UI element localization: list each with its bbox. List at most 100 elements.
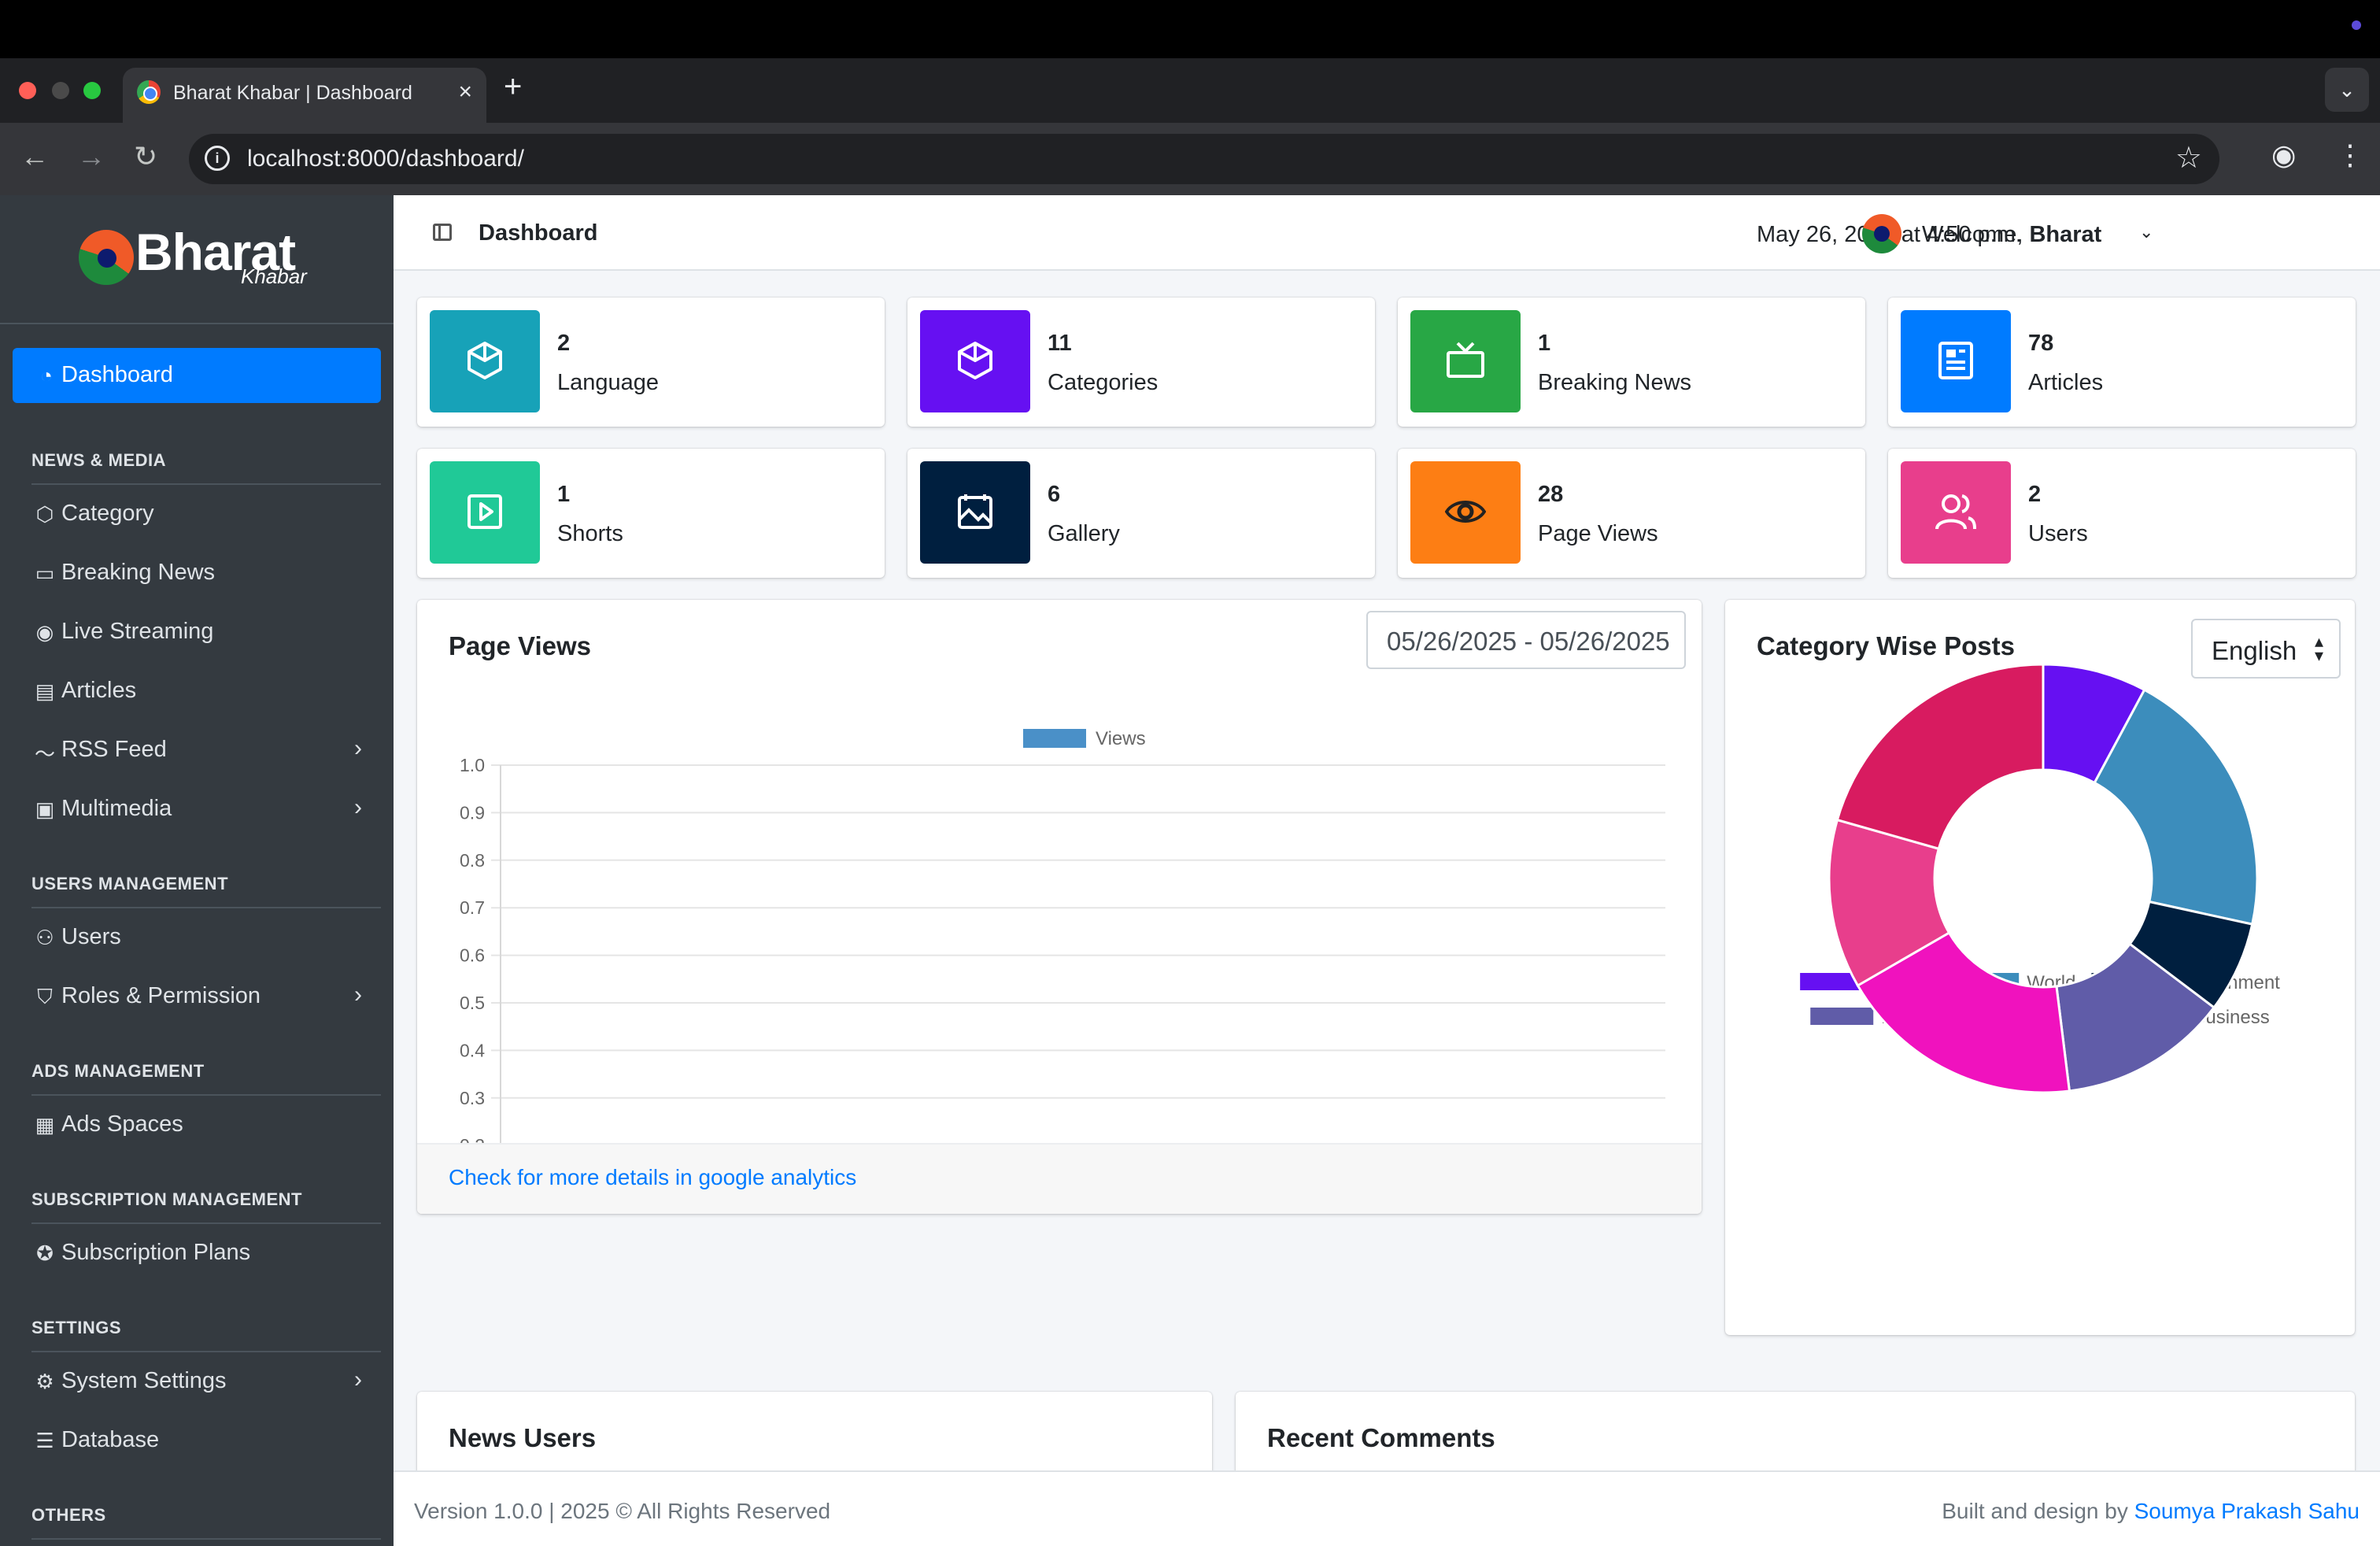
minimize-window-button[interactable] [52,82,69,99]
brand-logo-icon [79,230,134,285]
brand-sub: Khabar [241,264,307,288]
chevron-right-icon: › [354,982,362,1008]
main-content: Dashboard May 26, 2025 at 4:50 p.m. Welc… [394,195,2380,1546]
stat-card-breaking-news[interactable]: 1 Breaking News [1398,298,1865,427]
news-users-title: News Users [449,1423,597,1452]
stat-icon-box [920,310,1030,412]
y-tick-label: 0.7 [460,897,485,918]
y-tick-label: 0.4 [460,1040,485,1060]
sidebar-toggle-icon[interactable] [433,224,452,241]
google-analytics-link[interactable]: Check for more details in google analyti… [449,1165,856,1190]
close-window-button[interactable] [19,82,36,99]
brand-logo[interactable]: Bharat Khabar [0,195,394,324]
url-text[interactable]: localhost:8000/dashboard/ [247,146,524,172]
sidebar-section-divider [31,1538,381,1540]
author-link[interactable]: Soumya Prakash Sahu [2134,1499,2360,1523]
donut-slice-health[interactable] [1835,663,2045,851]
stat-card-shorts[interactable]: 1 Shorts [417,449,885,578]
stat-label: Articles [2028,370,2104,395]
users-icon [1935,494,1976,530]
y-tick-label: 0.2 [460,1135,485,1143]
stat-card-articles[interactable]: 78 Articles [1888,298,2356,427]
stat-card-page-views[interactable]: 28 Page Views [1398,449,1865,578]
footer-credit: Built and design by Soumya Prakash Sahu [1942,1499,2360,1524]
newspaper-icon [1938,342,1973,379]
y-tick-label: 0.6 [460,945,485,966]
sidebar-item-live-streaming[interactable]: ◉ Live Streaming [0,605,394,660]
close-tab-icon[interactable]: × [458,79,472,105]
top-header: Dashboard May 26, 2025 at 4:50 p.m. Welc… [394,195,2380,271]
stat-label: Shorts [557,521,623,546]
sidebar-section-subscription-management: SUBSCRIPTION MANAGEMENT [31,1189,302,1209]
database-icon: ☰ [35,1429,54,1452]
sidebar-item-rss-feed[interactable]: 〜 RSS Feed › [0,723,394,778]
sidebar-item-label: Database [61,1427,160,1452]
stat-card-language[interactable]: 2 Language [417,298,885,427]
recent-comments-title: Recent Comments [1267,1423,1495,1452]
welcome-user-name: Bharat [2029,222,2102,247]
profile-icon[interactable]: ◉ [2271,139,2296,172]
cube-icon [958,342,992,379]
sidebar-item-roles-and-permission[interactable]: ⛉ Roles & Permission › [0,969,394,1024]
stat-icon-box [1901,310,2011,412]
tab-search-button[interactable]: ⌄ [2325,68,2369,112]
eye-icon [1445,501,1486,523]
page-views-card-footer: Check for more details in google analyti… [417,1143,1702,1214]
stat-card-categories[interactable]: 11 Categories [907,298,1375,427]
sidebar-item-subscription-plans[interactable]: ✪ Subscription Plans [0,1226,394,1281]
sidebar-item-system-settings[interactable]: ⚙ System Settings › [0,1354,394,1409]
sidebar-item-label: Subscription Plans [61,1240,251,1265]
stat-value: 78 [2028,331,2054,356]
sidebar-item-users[interactable]: ⚇ Users [0,910,394,965]
sidebar-item-multimedia[interactable]: ▣ Multimedia › [0,782,394,837]
stat-value: 2 [557,331,571,356]
tv-icon [1447,342,1484,378]
sidebar-item-database[interactable]: ☰ Database [0,1413,394,1468]
date-range-picker[interactable]: 05/26/2025 - 05/26/2025 [1366,611,1686,669]
sidebar-item-label: System Settings [61,1368,227,1393]
stat-value: 1 [557,482,571,507]
play-icon [468,494,502,529]
sidebar-section-others: OTHERS [31,1505,106,1525]
footer-credit-prefix: Built and design by [1942,1499,2128,1523]
stat-value: 6 [1048,482,1061,507]
sidebar-item-articles[interactable]: ▤ Articles [0,664,394,719]
address-bar[interactable]: i localhost:8000/dashboard/ ☆ [189,134,2219,184]
welcome-user-menu[interactable]: Welcome, Bharat [1922,222,2101,248]
stat-label: Users [2028,521,2088,546]
stat-value: 1 [1538,331,1551,356]
forward-arrow-icon[interactable]: → [77,140,105,173]
browser-menu-icon[interactable]: ⋮ [2336,139,2364,172]
stat-card-gallery[interactable]: 6 Gallery [907,449,1375,578]
user-icon: ⚇ [35,926,54,949]
sidebar-item-label: RSS Feed [61,737,167,762]
sidebar-item-category[interactable]: ⬡ Category [0,486,394,542]
page-title: Dashboard [479,220,598,246]
site-info-icon[interactable]: i [205,146,230,171]
chevron-down-icon[interactable]: ⌄ [2139,222,2153,242]
legend-swatch [1810,1008,1874,1025]
page-footer: Version 1.0.0 | 2025 © All Rights Reserv… [394,1470,2380,1546]
stat-label: Categories [1048,370,1159,395]
stat-card-users[interactable]: 2 Users [1888,449,2356,578]
sidebar-item-label: Live Streaming [61,619,214,644]
avatar[interactable] [1862,214,1901,253]
sidebar-item-dashboard[interactable]: ◔ Dashboard [0,348,394,403]
sidebar-item-static-pages[interactable]: ▤Static Pages [0,1541,394,1546]
language-select-value: English [2212,636,2297,665]
reload-icon[interactable]: ↻ [134,140,157,173]
browser-tab[interactable]: Bharat Khabar | Dashboard × [123,68,486,123]
back-arrow-icon[interactable]: ← [20,140,49,173]
language-select[interactable]: English ▴ ▾ [2191,619,2341,679]
bookmark-star-icon[interactable]: ☆ [2175,140,2202,176]
dashboard-icon: ◔ [40,364,53,387]
sidebar-item-breaking-news[interactable]: ▭ Breaking News [0,546,394,601]
sidebar-item-ads-spaces[interactable]: ▦ Ads Spaces [0,1097,394,1152]
maximize-window-button[interactable] [83,82,101,99]
gallery-icon [958,494,992,529]
system-top-bar [0,0,2380,58]
new-tab-button[interactable]: + [504,69,522,105]
stat-value: 2 [2028,482,2042,507]
stat-label: Gallery [1048,521,1120,546]
ads-icon: ▦ [35,1113,55,1137]
